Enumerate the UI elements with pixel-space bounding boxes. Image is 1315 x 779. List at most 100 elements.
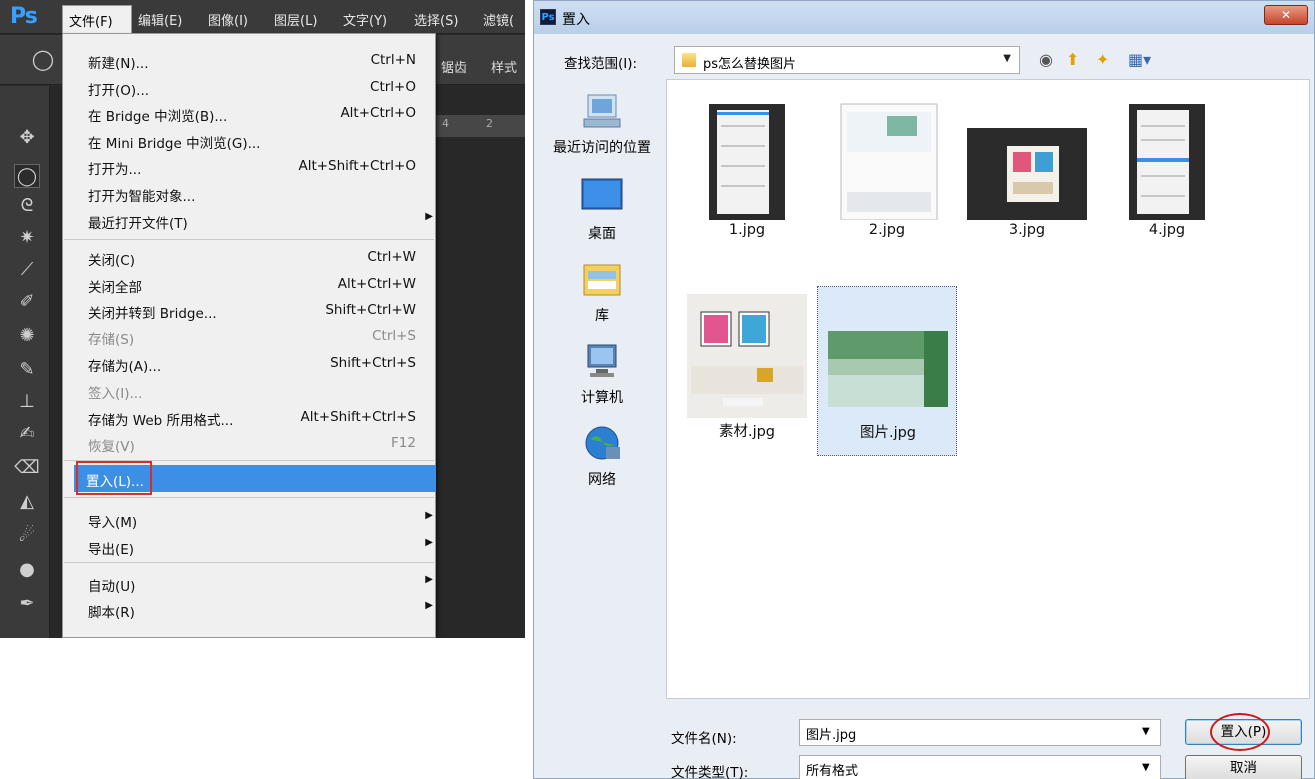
healing-tool-icon[interactable]: ✺ [14, 324, 40, 348]
history-brush-icon[interactable]: ✍ [14, 422, 40, 446]
file-item[interactable]: 4.jpg [1097, 88, 1237, 258]
file-thumbnail [828, 331, 948, 407]
menu-item-save-as[interactable]: 存储为(A)... Shift+Ctrl+S [88, 352, 433, 376]
menu-item-export[interactable]: 导出(E) ▶ [88, 535, 433, 559]
menu-divider [64, 562, 434, 563]
file-item[interactable]: 素材.jpg [677, 286, 817, 456]
dialog-title: 置入 [562, 12, 590, 28]
chevron-down-icon[interactable]: ▼ [1142, 726, 1150, 737]
chevron-down-icon[interactable]: ▼ [1142, 762, 1150, 773]
menu-item-label: 自动(U) [88, 579, 136, 595]
folder-icon [682, 53, 696, 67]
file-name: 4.jpg [1148, 222, 1186, 238]
eraser-tool-icon[interactable]: ⌫ [14, 456, 40, 480]
move-tool-icon[interactable]: ✥ [14, 126, 40, 150]
menu-image[interactable]: 图像(I) [208, 10, 248, 29]
menu-item-label: 关闭全部 [88, 280, 142, 296]
brush-tool-icon[interactable]: ✎ [14, 358, 40, 382]
place-label: 最近访问的位置 [553, 140, 651, 156]
photoshop-icon: Ps [540, 9, 556, 25]
menu-item-close[interactable]: 关闭(C) Ctrl+W [88, 246, 433, 270]
pen-tool-icon[interactable]: ✒ [14, 592, 40, 616]
dialog-titlebar: Ps 置入 ✕ [534, 1, 1314, 34]
file-thumbnail [687, 294, 807, 418]
menu-item-open[interactable]: 打开(O)... Ctrl+O [88, 76, 433, 100]
place-network[interactable]: 网络 [542, 423, 662, 489]
file-item-selected[interactable]: 图片.jpg [817, 286, 957, 456]
file-item[interactable]: 3.jpg [957, 88, 1097, 258]
menu-divider [64, 239, 434, 240]
antialias-option[interactable]: 锯齿 [441, 57, 467, 76]
magic-wand-tool-icon[interactable]: ✷ [14, 226, 40, 250]
place-library[interactable]: 库 [542, 259, 662, 325]
cancel-button[interactable]: 取消 [1185, 755, 1302, 779]
file-item[interactable]: 1.jpg [677, 88, 817, 258]
file-thumbnail [709, 104, 785, 220]
stamp-tool-icon[interactable]: ⊥ [14, 390, 40, 414]
shortcut: Ctrl+S [372, 328, 416, 344]
new-folder-icon[interactable]: ✦ [1096, 50, 1109, 69]
filename-label: 文件名(N): [671, 731, 737, 747]
menu-select[interactable]: 选择(S) [414, 10, 458, 29]
network-icon [580, 423, 624, 463]
menu-item-label: 关闭(C) [88, 253, 135, 269]
menu-item-new[interactable]: 新建(N)... Ctrl+N [88, 49, 433, 73]
ruler-tick: 4 [442, 117, 449, 130]
menu-item-save-for-web[interactable]: 存储为 Web 所用格式... Alt+Shift+Ctrl+S [88, 406, 433, 430]
highlight-circle [1210, 713, 1270, 751]
up-folder-icon[interactable]: ⬆ [1066, 50, 1079, 69]
menu-item-scripts[interactable]: 脚本(R) ▶ [88, 598, 433, 622]
menu-item-open-recent[interactable]: 最近打开文件(T) ▶ [88, 209, 433, 233]
crop-tool-icon[interactable]: ⟋ [14, 258, 40, 282]
menu-item-close-go-bridge[interactable]: 关闭并转到 Bridge... Shift+Ctrl+W [88, 299, 433, 323]
place-label: 计算机 [581, 390, 623, 406]
place-label: 桌面 [588, 226, 616, 242]
photoshop-logo: Ps [10, 4, 38, 29]
view-menu-icon[interactable]: ▦▾ [1128, 50, 1151, 69]
paint-bucket-icon[interactable]: ◭ [14, 490, 40, 514]
dodge-tool-icon[interactable]: ● [14, 558, 40, 582]
menu-type[interactable]: 文字(Y) [343, 10, 387, 29]
menu-item-label: 存储为 Web 所用格式... [88, 413, 234, 429]
shortcut: Ctrl+W [367, 249, 416, 265]
eyedropper-tool-icon[interactable]: ✐ [14, 290, 40, 314]
submenu-arrow-icon: ▶ [425, 537, 433, 548]
look-in-label: 查找范围(I): [564, 56, 638, 72]
menu-item-close-all[interactable]: 关闭全部 Alt+Ctrl+W [88, 273, 433, 297]
blur-tool-icon[interactable]: ☄ [14, 524, 40, 548]
chevron-down-icon: ▼ [1003, 53, 1011, 64]
menu-item-revert[interactable]: 恢复(V) F12 [88, 432, 433, 456]
style-option[interactable]: 样式 [491, 57, 517, 76]
ellipse-marquee-icon[interactable]: ◯ [30, 47, 56, 71]
menu-item-label: 导出(E) [88, 542, 135, 558]
menu-item-save[interactable]: 存储(S) Ctrl+S [88, 325, 433, 349]
menu-item-browse-bridge[interactable]: 在 Bridge 中浏览(B)... Alt+Ctrl+O [88, 102, 433, 126]
file-item[interactable]: 2.jpg [817, 88, 957, 258]
close-button[interactable]: ✕ [1264, 5, 1308, 25]
menu-item-import[interactable]: 导入(M) ▶ [88, 508, 433, 532]
menu-item-browse-mini-bridge[interactable]: 在 Mini Bridge 中浏览(G)... [88, 129, 433, 153]
lasso-tool-icon[interactable]: ᘓ [14, 194, 40, 218]
toolbox: ✥ ◯ ᘓ ✷ ⟋ ✐ ✺ ✎ ⊥ ✍ ⌫ ◭ ☄ ● ✒ [0, 86, 50, 638]
back-icon[interactable]: ◉ [1039, 50, 1053, 69]
menu-item-automate[interactable]: 自动(U) ▶ [88, 572, 433, 596]
menu-edit[interactable]: 编辑(E) [138, 10, 182, 29]
shortcut: Ctrl+N [370, 52, 416, 68]
filetype-select[interactable]: 所有格式 [799, 755, 1161, 779]
place-desktop[interactable]: 桌面 [542, 177, 662, 243]
ellipse-marquee-tool-icon[interactable]: ◯ [14, 164, 40, 188]
place-recent[interactable]: 最近访问的位置 [542, 91, 662, 157]
menu-item-check-in[interactable]: 签入(I)... [88, 379, 433, 403]
menu-item-open-as[interactable]: 打开为... Alt+Shift+Ctrl+O [88, 155, 433, 179]
look-in-dropdown[interactable]: ps怎么替换图片 ▼ [674, 46, 1020, 74]
shortcut: Shift+Ctrl+W [325, 302, 416, 318]
filename-input[interactable]: 图片.jpg [799, 719, 1161, 746]
file-thumbnail [840, 103, 938, 220]
place-computer[interactable]: 计算机 [542, 341, 662, 407]
file-thumbnail [967, 128, 1087, 220]
menu-item-open-smart-object[interactable]: 打开为智能对象... [88, 182, 433, 206]
menu-layer[interactable]: 图层(L) [274, 10, 317, 29]
menu-item-place-label: 置入(L)... [86, 474, 144, 490]
menu-file[interactable]: 文件(F) [62, 5, 132, 33]
menu-filter[interactable]: 滤镜( [483, 10, 514, 29]
